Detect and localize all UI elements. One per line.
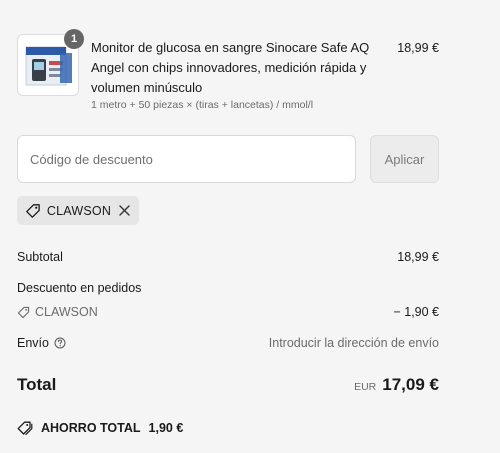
tag-icon: [26, 203, 40, 218]
order-discount-label: Descuento en pedidos: [17, 281, 142, 295]
applied-discount-chip: CLAWSON: [17, 196, 139, 225]
savings-value: 1,90 €: [148, 421, 184, 435]
tag-icon: [17, 306, 30, 318]
apply-discount-button[interactable]: Aplicar: [370, 135, 439, 183]
shipping-value: Introducir la dirección de envío: [268, 336, 439, 350]
total-amount-group: EUR 17,09 €: [354, 375, 439, 395]
glucose-monitor-box-icon: [25, 46, 72, 86]
line-item: 1 Monitor de glucosa en sangre Sinocare …: [17, 29, 439, 114]
product-title: Monitor de glucosa en sangre Sinocare Sa…: [91, 40, 370, 95]
total-savings: AHORRO TOTAL 1,90 €: [17, 420, 183, 436]
tags-icon: [17, 421, 33, 435]
order-discount-code: CLAWSON: [17, 304, 98, 320]
remove-discount-close-icon[interactable]: [117, 204, 131, 218]
discount-code-input[interactable]: [17, 135, 356, 183]
total-label: Total: [17, 375, 57, 394]
quantity-badge: 1: [64, 29, 84, 49]
product-price: 18,99 €: [397, 41, 439, 55]
applied-discount-code: CLAWSON: [46, 203, 112, 218]
total-value: 17,09 €: [382, 375, 439, 394]
subtotal-label: Subtotal: [17, 250, 63, 264]
savings-label: AHORRO TOTAL: [41, 421, 141, 435]
product-thumbnail: 1: [17, 29, 84, 96]
order-discount-value: − 1,90 €: [393, 305, 439, 319]
total-currency: EUR: [354, 381, 377, 393]
product-variant: 1 metro + 50 piezas × (tiras + lancetas)…: [91, 99, 314, 111]
shipping-label: Envío: [17, 336, 49, 350]
order-discount-code-text: CLAWSON: [35, 305, 98, 319]
shipping-label-group: Envío: [17, 335, 66, 351]
subtotal-value: 18,99 €: [397, 250, 439, 264]
help-icon[interactable]: [54, 337, 66, 349]
